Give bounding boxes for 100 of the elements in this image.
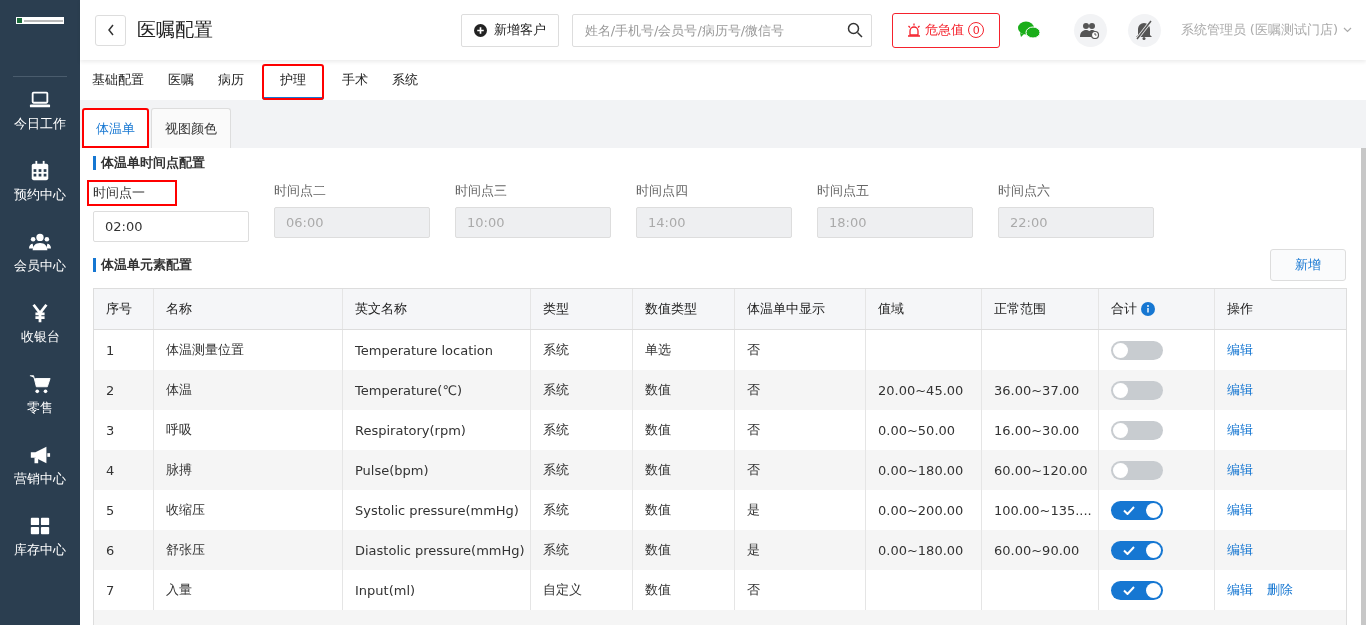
cart-icon [29,373,51,395]
field-label: 时间点三 [455,182,507,200]
nav-tab[interactable]: 基础配置 [86,63,150,100]
nav-tab[interactable]: 系统 [386,63,424,100]
user-menu[interactable]: 系统管理员 (医嘱测试门店) [1180,21,1352,39]
toggle-switch[interactable] [1111,540,1163,560]
table-cell: 是 [747,541,760,559]
plus-icon [473,23,487,37]
table-cell: 数值 [645,541,671,559]
table-cell: 36.00~37.00 [994,382,1080,398]
table-cell: 系统 [543,421,569,439]
table-cell: 数值 [645,381,671,399]
toggle-switch[interactable] [1111,580,1163,600]
nav-tab[interactable]: 医嘱 [162,63,200,100]
table-cell: 舒张压 [166,541,205,559]
critical-value-button[interactable]: 危急值 0 [891,12,1000,48]
toggle-switch[interactable] [1111,460,1163,480]
table-cell: 60.00~90.00 [994,542,1080,558]
table-cell: 否 [747,461,760,479]
table-cell: 系统 [543,541,569,559]
scrollbar[interactable] [1361,148,1366,625]
sidebar-item[interactable]: 预约中心 [14,160,66,231]
table-cell: 0.00~180.00 [878,462,964,478]
table-cell: 数值 [645,421,671,439]
toggle-switch[interactable] [1111,420,1163,440]
table-cell: 是 [747,501,760,519]
sidebar-item[interactable]: 零售 [27,373,53,444]
table-cell: 自定义 [543,581,582,599]
action-link[interactable]: 编辑 [1227,461,1253,479]
check-icon [1123,585,1135,595]
table-cell: 4 [106,462,115,478]
wechat-icon[interactable] [1017,21,1040,39]
action-link[interactable]: 编辑 [1227,541,1253,559]
action-link[interactable]: 编辑 [1227,381,1253,399]
column-header: 类型 [543,300,569,318]
toggle-switch[interactable] [1111,500,1163,520]
table-cell: 5 [106,502,115,518]
table-cell: 数值 [645,461,671,479]
action-link[interactable]: 编辑 [1227,581,1253,599]
table-cell: 100.00~135.... [994,502,1092,518]
sidebar-item[interactable]: 库存中心 [14,515,66,586]
megaphone-icon [29,444,51,466]
search-icon[interactable] [846,21,863,38]
table-cell: Systolic pressure(mmHg) [355,502,519,518]
table-cell: 数值 [645,581,671,599]
toggle-switch[interactable] [1111,380,1163,400]
info-icon[interactable] [1141,302,1155,316]
logo-icon [16,17,64,24]
table-cell: 脉搏 [166,461,192,479]
users-icon [29,231,51,253]
check-icon [1123,505,1135,515]
sub-tab[interactable]: 体温单 [82,108,149,148]
action-link[interactable]: 编辑 [1227,421,1253,439]
table-cell: 数值 [645,501,671,519]
column-header: 值域 [878,300,904,318]
table-cell: 系统 [543,461,569,479]
table-cell: 系统 [543,381,569,399]
table-cell: 0.00~200.00 [878,502,964,518]
table-cell: 收缩压 [166,501,205,519]
toggle-switch[interactable] [1111,340,1163,360]
table-cell: 否 [747,421,760,439]
time-input-field[interactable]: 02:00 [93,211,249,242]
table-cell: 0.00~50.00 [878,422,956,438]
column-header: 合计 [1111,300,1137,318]
sidebar-item[interactable]: 今日工作 [14,89,66,160]
table-cell: 否 [747,581,760,599]
sidebar-item[interactable]: 会员中心 [14,231,66,302]
table-cell: Temperature location [355,342,494,358]
nav-tab[interactable]: 手术 [336,63,374,100]
table-cell: 呼吸 [166,421,192,439]
table-cell: 否 [747,381,760,399]
table-cell: 7 [106,582,115,598]
table-cell: Respiratory(rpm) [355,422,466,438]
add-button[interactable]: 新增 [1270,249,1346,281]
table-cell: Diastolic pressure(mmHg) [355,542,525,558]
column-header: 操作 [1227,300,1253,318]
field-label: 时间点五 [817,182,869,200]
sub-tab[interactable]: 视图颜色 [151,108,231,148]
table-cell: 系统 [543,341,569,359]
field-label: 时间点二 [274,182,326,200]
table-cell: 否 [747,341,760,359]
search-field[interactable]: 姓名/手机号/会员号/病历号/微信号 [571,13,872,47]
action-link[interactable]: 编辑 [1227,341,1253,359]
action-link[interactable]: 删除 [1267,581,1293,599]
action-link[interactable]: 编辑 [1227,501,1253,519]
mute-bell-icon[interactable] [1127,13,1161,47]
page-title: 医嘱配置 [137,17,213,42]
nav-tab[interactable]: 病历 [212,63,250,100]
field-label: 时间点四 [636,182,688,200]
section-title: 体温单元素配置 [93,258,192,272]
table-cell: 2 [106,382,115,398]
caret-icon [1343,27,1352,33]
table-cell: 系统 [543,501,569,519]
column-header: 体温单中显示 [747,300,825,318]
column-header: 正常范围 [994,300,1046,318]
new-customer-button[interactable]: 新增客户 [460,13,559,47]
sidebar-item[interactable]: 营销中心 [14,444,66,515]
team-schedule-icon[interactable] [1073,13,1107,47]
sidebar-item[interactable]: 收银台 [20,302,60,373]
table-cell: 60.00~120.00 [994,462,1088,478]
